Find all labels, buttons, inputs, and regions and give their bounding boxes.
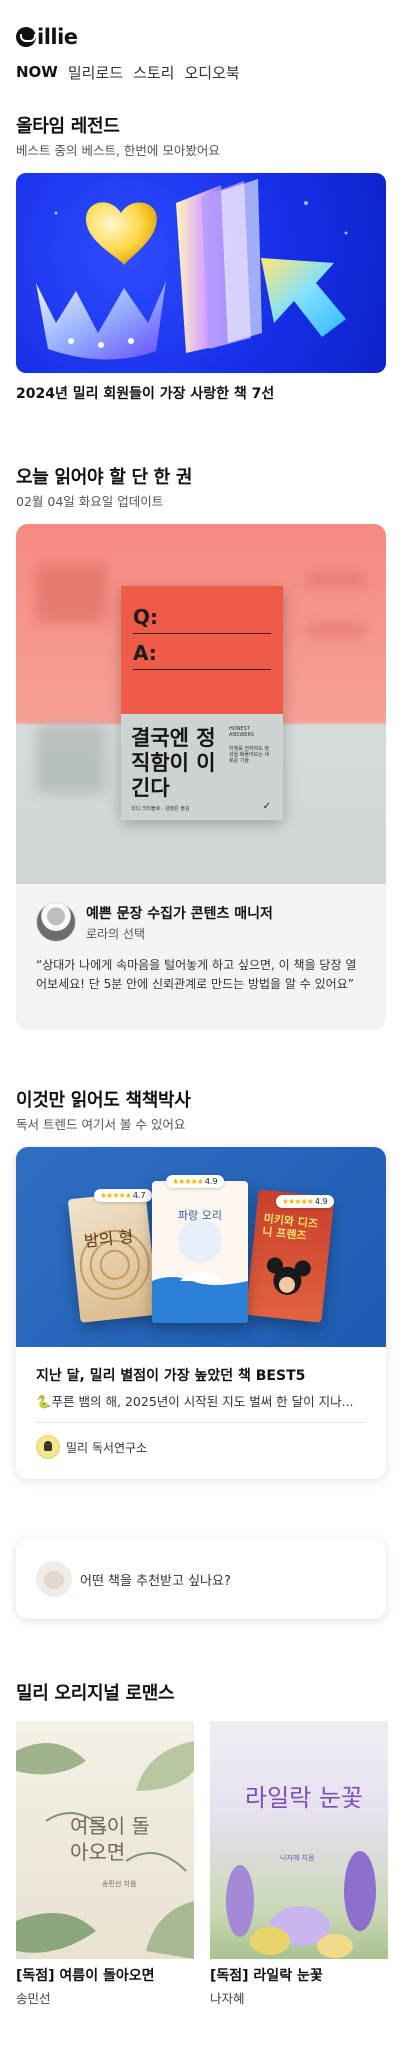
best-book-1-title: 밤의 형 bbox=[83, 1226, 135, 1251]
book-q: Q: bbox=[133, 598, 271, 634]
legend-banner-art bbox=[36, 179, 348, 360]
millie-logo-icon bbox=[16, 27, 36, 47]
daily-subtitle: 02월 04일 화요일 업데이트 bbox=[16, 494, 164, 509]
best5-card[interactable]: 밤의 형 ★★★★★ 4.7 미키와 디즈니 프렌즈 ★★★★★ 4.9 파랑 … bbox=[16, 1147, 386, 1479]
romance-cover-2-author: 나자혜 지음 bbox=[280, 1854, 315, 1862]
legend-section: 올타임 레전드 베스트 중의 베스트, 한번에 모아봤어요 2024년 밀리 회… bbox=[0, 112, 402, 403]
romance-list: 여름이 돌아오면 송민선 지음 [독점] 여름이 돌아오면 송민선 라일락 눈꽃 bbox=[16, 1721, 388, 2007]
curator-quote: “상대가 나에게 속마음을 털어놓게 하고 싶으면, 이 책을 당장 열어보세요… bbox=[36, 958, 357, 991]
page: illie NOW 밀리로드 스토리 오디오북 올타임 레전드 베스트 중의 베… bbox=[0, 0, 402, 2060]
best5-desc: 🐍푸른 뱀의 해, 2025년이 시작된 지도 벌써 한 달이 지나... bbox=[36, 1394, 354, 1409]
best-book-2-title: 파랑 오리 bbox=[178, 1209, 222, 1222]
blue-duck-art bbox=[152, 1219, 248, 1323]
best5-title: 지난 달, 밀리 별점이 가장 높았던 책 BEST5 bbox=[36, 1368, 306, 1384]
romance-cover-1-text: 여름이 돌아오면 bbox=[70, 1814, 150, 1864]
best5-body: 지난 달, 밀리 별점이 가장 높았던 책 BEST5 🐍푸른 뱀의 해, 20… bbox=[16, 1347, 386, 1459]
avatar bbox=[36, 902, 76, 942]
curator-pick: 예쁜 문장 수집가 콘텐츠 매니저 로라의 선택 “상대가 나에게 속마음을 털… bbox=[16, 884, 386, 994]
best5-banner: 밤의 형 ★★★★★ 4.7 미키와 디즈니 프렌즈 ★★★★★ 4.9 파랑 … bbox=[16, 1147, 386, 1347]
best-book-3[interactable]: 미키와 디즈니 프렌즈 bbox=[245, 1189, 335, 1323]
curator-info: 예쁜 문장 수집가 콘텐츠 매니저 로라의 선택 bbox=[86, 903, 273, 942]
book-cover-bottom: 결국엔 정직함이 이긴다 HONEST ANSWERS 지혜를 전하여도 정성을… bbox=[121, 714, 283, 820]
best-book-1-rating: ★★★★★ 4.7 bbox=[94, 1189, 152, 1202]
romance-item[interactable]: 라일락 눈꽃 나자혜 지음 [독점] 라일락 눈꽃 나자혜 bbox=[210, 1721, 388, 2007]
star-icons: ★★★★★ bbox=[100, 1191, 132, 1200]
reading-lab-icon bbox=[36, 1435, 60, 1459]
romance-cover-2-text: 라일락 눈꽃 bbox=[244, 1784, 364, 1812]
logo-text: illie bbox=[37, 25, 78, 49]
legend-subtitle: 베스트 중의 베스트, 한번에 모아봤어요 bbox=[16, 143, 220, 158]
top-bar: illie bbox=[0, 0, 402, 58]
romance-cover-2: 라일락 눈꽃 나자혜 지음 bbox=[210, 1721, 388, 1959]
romance-item-author: 송민선 bbox=[16, 1991, 51, 2006]
romance-item-author: 나자혜 bbox=[210, 1991, 245, 2006]
book-cover-top: Q: A: bbox=[121, 586, 283, 714]
millie-logo[interactable]: illie bbox=[16, 25, 78, 49]
blur-decoration bbox=[306, 574, 366, 586]
curator-head: 예쁜 문장 수집가 콘텐츠 매니저 로라의 선택 bbox=[36, 902, 366, 942]
book-a: A: bbox=[133, 634, 271, 670]
best-book-1[interactable]: 밤의 형 bbox=[67, 1191, 159, 1323]
bear-mascot-icon bbox=[36, 1561, 72, 1597]
tab-now[interactable]: NOW bbox=[16, 63, 58, 81]
recommend-prompt[interactable]: 어떤 책을 추천받고 싶나요? bbox=[16, 1539, 386, 1619]
star-icons: ★★★★★ bbox=[282, 1197, 314, 1206]
tab-millie-road[interactable]: 밀리로드 bbox=[68, 62, 123, 83]
must-read-subtitle: 독서 트렌드 여기서 볼 수 있어요 bbox=[16, 1117, 186, 1132]
must-read-section: 이것만 읽어도 책책박사 독서 트렌드 여기서 볼 수 있어요 밤의 형 ★★★… bbox=[0, 1086, 402, 1479]
best-book-3-rating: ★★★★★ 4.9 bbox=[276, 1195, 334, 1208]
romance-section: 밀리 오리지널 로맨스 여름이 돌아오면 송민선 지음 [독점] 여름이 돌아오… bbox=[0, 1679, 402, 2007]
legend-caption[interactable]: 2024년 밀리 회원들이 가장 사랑한 책 7선 bbox=[16, 383, 386, 403]
category-tabs: NOW 밀리로드 스토리 오디오북 bbox=[0, 58, 402, 86]
mickey-art bbox=[266, 1257, 311, 1295]
divider bbox=[36, 1422, 366, 1423]
romance-cover-1-author: 송민선 지음 bbox=[102, 1880, 137, 1888]
book-cover-author: 코디 크리블로 · 강정은 옮김 bbox=[131, 806, 190, 812]
book-cover-title: 결국엔 정직함이 이긴다 bbox=[131, 726, 216, 800]
book-cover-tag: HONEST ANSWERS bbox=[229, 726, 255, 738]
rating-value: 4.9 bbox=[204, 1177, 218, 1186]
legend-title: 올타임 레전드 bbox=[16, 116, 120, 137]
curator-role: 로라의 선택 bbox=[86, 926, 146, 941]
recommend-text: 어떤 책을 추천받고 싶나요? bbox=[80, 1573, 231, 1589]
org-name: 밀리 독서연구소 bbox=[66, 1440, 148, 1455]
romance-item[interactable]: 여름이 돌아오면 송민선 지음 [독점] 여름이 돌아오면 송민선 bbox=[16, 1721, 194, 2007]
rating-value: 4.9 bbox=[314, 1197, 328, 1206]
daily-title: 오늘 읽어야 할 단 한 권 bbox=[16, 467, 193, 488]
tab-audiobook[interactable]: 오디오북 bbox=[184, 62, 239, 83]
blur-decoration bbox=[36, 564, 106, 624]
curator-name: 예쁜 문장 수집가 콘텐츠 매니저 bbox=[86, 905, 273, 922]
romance-item-title: [독점] 여름이 돌아오면 bbox=[16, 1968, 155, 1984]
legend-banner[interactable] bbox=[16, 173, 386, 373]
romance-title: 밀리 오리지널 로맨스 bbox=[16, 1683, 175, 1704]
star-icons: ★★★★★ bbox=[172, 1177, 204, 1186]
daily-book[interactable]: Q: A: 결국엔 정직함이 이긴다 HONEST ANSWERS 지혜를 전하… bbox=[121, 586, 283, 820]
book-cover-check-icon: ✓ bbox=[262, 801, 271, 812]
best-book-2-rating: ★★★★★ 4.9 bbox=[166, 1175, 224, 1188]
best5-org[interactable]: 밀리 독서연구소 bbox=[36, 1435, 366, 1459]
romance-item-title: [독점] 라일락 눈꽃 bbox=[210, 1968, 323, 1984]
wood-ring-art bbox=[79, 1229, 150, 1300]
best-book-2[interactable]: 파랑 오리 bbox=[152, 1181, 248, 1323]
lilac-art bbox=[226, 1851, 376, 1958]
blur-decoration bbox=[306, 624, 366, 636]
book-cover-desc: 지혜를 전하여도 정성을 배풀어보는 새로운 기술 bbox=[229, 746, 269, 764]
rating-value: 4.7 bbox=[132, 1191, 146, 1200]
daily-book-cover-area: Q: A: 결국엔 정직함이 이긴다 HONEST ANSWERS 지혜를 전하… bbox=[16, 524, 386, 884]
tab-story[interactable]: 스토리 bbox=[133, 62, 174, 83]
recommend-wrapper: 어떤 책을 추천받고 싶나요? bbox=[0, 1539, 402, 1619]
daily-book-card[interactable]: Q: A: 결국엔 정직함이 이긴다 HONEST ANSWERS 지혜를 전하… bbox=[16, 524, 386, 1030]
blur-decoration bbox=[36, 724, 106, 794]
daily-section: 오늘 읽어야 할 단 한 권 02월 04일 화요일 업데이트 Q: A: 결국… bbox=[0, 463, 402, 1030]
romance-cover-1: 여름이 돌아오면 송민선 지음 bbox=[16, 1721, 194, 1959]
must-read-title: 이것만 읽어도 책책박사 bbox=[16, 1090, 191, 1111]
